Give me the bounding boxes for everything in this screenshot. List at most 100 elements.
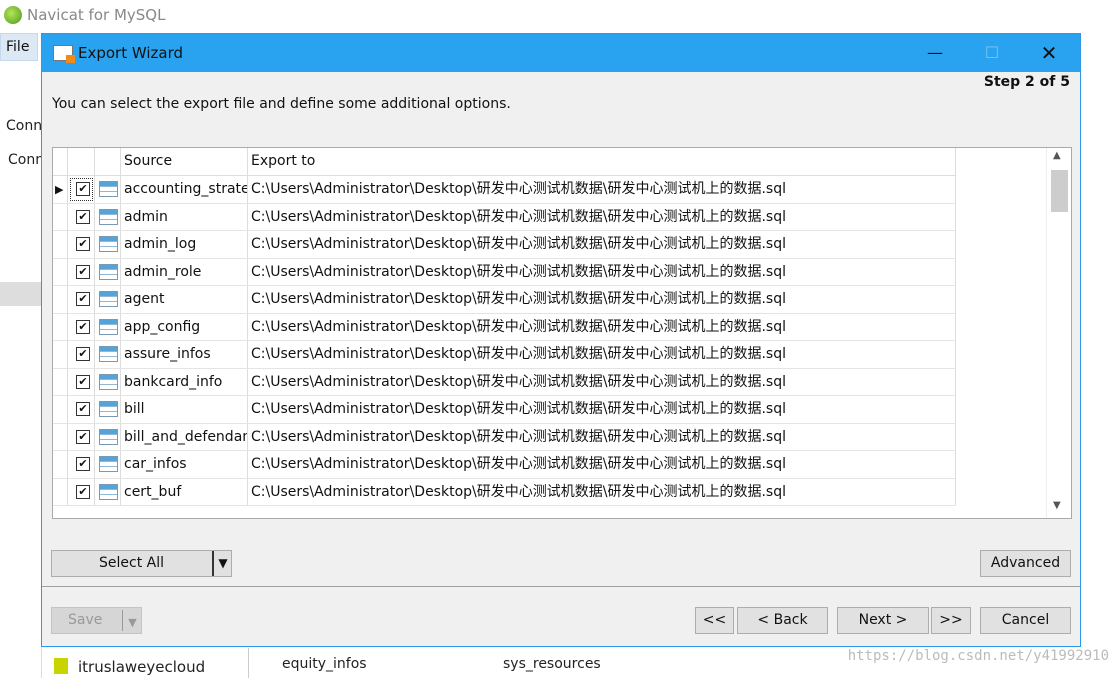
- checkbox[interactable]: ✔: [76, 292, 90, 306]
- export-to-cell[interactable]: C:\Users\Administrator\Desktop\研发中心测试机数据…: [248, 231, 956, 258]
- row-checkbox-cell[interactable]: ✔: [68, 286, 95, 313]
- menu-file[interactable]: File: [0, 33, 38, 61]
- bg-table-item[interactable]: sys_resources: [503, 656, 601, 672]
- column-export-to[interactable]: Export to: [248, 148, 956, 175]
- source-cell[interactable]: app_config: [121, 313, 248, 340]
- table-row[interactable]: ✔ app_config C:\Users\Administrator\Desk…: [53, 313, 956, 341]
- advanced-button[interactable]: Advanced: [980, 550, 1071, 577]
- minimize-button[interactable]: —: [912, 34, 958, 72]
- scroll-down-arrow-icon[interactable]: ▼: [1053, 500, 1061, 511]
- tree-item[interactable]: itruslaweyecloud: [36, 658, 205, 676]
- dialog-title: Export Wizard: [78, 44, 184, 62]
- watermark: https://blog.csdn.net/y41992910: [847, 648, 1109, 664]
- vertical-scrollbar[interactable]: ▲ ▼: [1046, 148, 1071, 518]
- checkbox[interactable]: ✔: [76, 402, 90, 416]
- row-checkbox-cell[interactable]: ✔: [68, 258, 95, 285]
- row-checkbox-cell[interactable]: ✔: [68, 396, 95, 423]
- table-row[interactable]: ✔ admin_role C:\Users\Administrator\Desk…: [53, 258, 956, 286]
- table-row[interactable]: ✔ bankcard_info C:\Users\Administrator\D…: [53, 368, 956, 396]
- checkbox[interactable]: ✔: [76, 264, 90, 279]
- table-row[interactable]: ▶ ✔ accounting_strategy C:\Users\Adminis…: [53, 176, 956, 204]
- checkbox[interactable]: ✔: [76, 347, 90, 361]
- select-all-button[interactable]: Select All ▼: [51, 550, 232, 577]
- table-row[interactable]: ✔ admin_log C:\Users\Administrator\Deskt…: [53, 231, 956, 259]
- selected-tree-row[interactable]: [0, 282, 42, 306]
- row-checkbox-cell[interactable]: ✔: [68, 478, 95, 505]
- source-cell[interactable]: admin_role: [121, 258, 248, 285]
- source-cell[interactable]: bill_and_defendant: [121, 423, 248, 450]
- source-cell[interactable]: accounting_strategy: [121, 176, 248, 203]
- table-row[interactable]: ✔ admin C:\Users\Administrator\Desktop\研…: [53, 203, 956, 231]
- checkbox[interactable]: ✔: [76, 319, 90, 334]
- row-checkbox-cell[interactable]: ✔: [68, 313, 95, 340]
- source-cell[interactable]: car_infos: [121, 451, 248, 478]
- table-icon: [95, 231, 121, 258]
- column-source[interactable]: Source: [121, 148, 248, 175]
- source-cell[interactable]: assure_infos: [121, 341, 248, 368]
- source-cell[interactable]: agent: [121, 286, 248, 313]
- source-cell[interactable]: cert_buf: [121, 478, 248, 505]
- maximize-button[interactable]: ☐: [969, 34, 1015, 72]
- database-icon: [54, 658, 68, 674]
- source-cell[interactable]: bankcard_info: [121, 368, 248, 395]
- source-cell[interactable]: bill: [121, 396, 248, 423]
- table-row[interactable]: ✔ cert_buf C:\Users\Administrator\Deskto…: [53, 478, 956, 506]
- export-to-cell[interactable]: C:\Users\Administrator\Desktop\研发中心测试机数据…: [248, 478, 956, 505]
- table-row[interactable]: ✔ bill_and_defendant C:\Users\Administra…: [53, 423, 956, 451]
- table-row[interactable]: ✔ bill C:\Users\Administrator\Desktop\研发…: [53, 396, 956, 424]
- table-icon: [95, 258, 121, 285]
- source-cell[interactable]: admin_log: [121, 231, 248, 258]
- table-icon: [95, 368, 121, 395]
- export-wizard-dialog: Export Wizard — ☐ ✕ Step 2 of 5 You can …: [41, 33, 1081, 647]
- export-to-cell[interactable]: C:\Users\Administrator\Desktop\研发中心测试机数据…: [248, 258, 956, 285]
- bg-table-item[interactable]: equity_infos: [282, 656, 367, 672]
- scrollbar-thumb[interactable]: [1051, 170, 1068, 212]
- export-to-cell[interactable]: C:\Users\Administrator\Desktop\研发中心测试机数据…: [248, 341, 956, 368]
- export-to-cell[interactable]: C:\Users\Administrator\Desktop\研发中心测试机数据…: [248, 396, 956, 423]
- checkbox[interactable]: ✔: [76, 374, 90, 389]
- checkbox[interactable]: ✔: [76, 429, 90, 444]
- dialog-titlebar[interactable]: Export Wizard — ☐ ✕: [42, 34, 1080, 72]
- dropdown-arrow-icon[interactable]: ▼: [212, 551, 232, 576]
- connection-toolbar-label[interactable]: Conn: [6, 118, 42, 134]
- checkbox[interactable]: ✔: [76, 182, 90, 196]
- export-to-cell[interactable]: C:\Users\Administrator\Desktop\研发中心测试机数据…: [248, 313, 956, 340]
- table-row[interactable]: ✔ assure_infos C:\Users\Administrator\De…: [53, 341, 956, 369]
- save-button[interactable]: Save ▼: [51, 607, 142, 634]
- checkbox[interactable]: ✔: [76, 457, 90, 471]
- source-cell[interactable]: admin: [121, 203, 248, 230]
- row-checkbox-cell[interactable]: ✔: [68, 231, 95, 258]
- checkbox[interactable]: ✔: [76, 237, 90, 251]
- row-indicator: [53, 313, 68, 340]
- header-indicator: [53, 148, 68, 175]
- row-indicator: [53, 368, 68, 395]
- row-checkbox-cell[interactable]: ✔: [68, 341, 95, 368]
- tree-item-label: itruslaweyecloud: [78, 658, 206, 676]
- table-row[interactable]: ✔ agent C:\Users\Administrator\Desktop\研…: [53, 286, 956, 314]
- checkbox[interactable]: ✔: [76, 209, 90, 224]
- export-to-cell[interactable]: C:\Users\Administrator\Desktop\研发中心测试机数据…: [248, 423, 956, 450]
- close-button[interactable]: ✕: [1026, 34, 1072, 72]
- pane-divider: [248, 648, 249, 678]
- scroll-up-arrow-icon[interactable]: ▲: [1053, 150, 1061, 161]
- checkbox[interactable]: ✔: [76, 484, 90, 499]
- row-checkbox-cell[interactable]: ✔: [68, 368, 95, 395]
- row-checkbox-cell[interactable]: ✔: [68, 423, 95, 450]
- header-checkbox[interactable]: [68, 148, 95, 175]
- export-to-cell[interactable]: C:\Users\Administrator\Desktop\研发中心测试机数据…: [248, 203, 956, 230]
- row-checkbox-cell[interactable]: ✔: [68, 176, 95, 203]
- first-step-button[interactable]: <<: [695, 607, 734, 634]
- export-to-cell[interactable]: C:\Users\Administrator\Desktop\研发中心测试机数据…: [248, 451, 956, 478]
- table-icon: [95, 451, 121, 478]
- row-checkbox-cell[interactable]: ✔: [68, 451, 95, 478]
- row-checkbox-cell[interactable]: ✔: [68, 203, 95, 230]
- export-to-cell[interactable]: C:\Users\Administrator\Desktop\研发中心测试机数据…: [248, 286, 956, 313]
- table-row[interactable]: ✔ car_infos C:\Users\Administrator\Deskt…: [53, 451, 956, 479]
- export-to-cell[interactable]: C:\Users\Administrator\Desktop\研发中心测试机数据…: [248, 176, 956, 203]
- cancel-button[interactable]: Cancel: [980, 607, 1071, 634]
- back-button[interactable]: < Back: [737, 607, 828, 634]
- next-button[interactable]: Next >: [837, 607, 929, 634]
- last-step-button[interactable]: >>: [931, 607, 971, 634]
- save-dropdown-arrow-icon[interactable]: ▼: [122, 610, 142, 631]
- export-to-cell[interactable]: C:\Users\Administrator\Desktop\研发中心测试机数据…: [248, 368, 956, 395]
